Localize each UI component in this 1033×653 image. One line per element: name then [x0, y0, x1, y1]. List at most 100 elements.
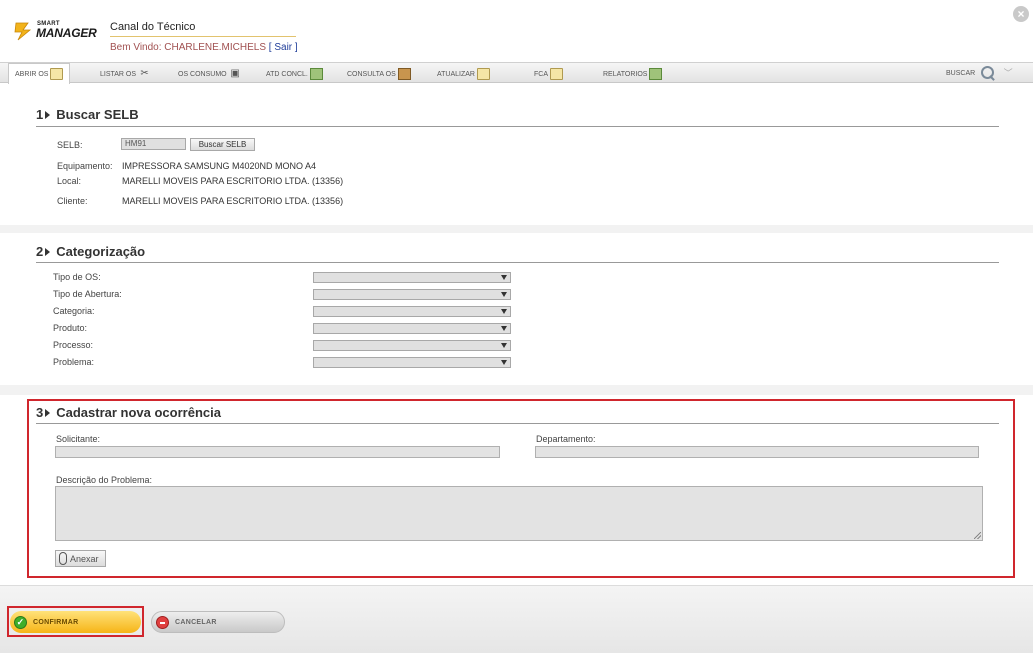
- tab-label: RELATORIOS: [603, 70, 648, 78]
- department-input[interactable]: [535, 446, 979, 458]
- local-label: Local:: [57, 176, 82, 186]
- chevron-down-icon[interactable]: ﹀: [1001, 66, 1015, 80]
- triangle-right-icon: [45, 248, 51, 257]
- logout-link[interactable]: [ Sair ]: [269, 42, 298, 53]
- tab-listar-os[interactable]: LISTAR OS ✂: [100, 66, 151, 82]
- tab-os-consumo[interactable]: OS CONSUMO ▣: [178, 66, 242, 82]
- package-icon: [397, 68, 411, 80]
- section-spacer: [0, 385, 1033, 395]
- tipo-abertura-select[interactable]: [313, 289, 511, 300]
- app-header: SMART MANAGER Canal do Técnico Bem Vindo…: [0, 0, 1033, 62]
- welcome-prefix: Bem Vindo:: [110, 42, 165, 53]
- close-icon[interactable]: ×: [1013, 6, 1029, 22]
- tipo-abertura-label: Tipo de Abertura:: [53, 289, 122, 299]
- tools-icon: ✂: [140, 68, 149, 79]
- nav-search[interactable]: BUSCAR ﹀: [946, 66, 1015, 80]
- username: CHARLENE.MICHELS: [164, 42, 266, 53]
- cancel-label: CANCELAR: [175, 618, 217, 626]
- section-title-text: Buscar SELB: [56, 107, 139, 122]
- paperclip-icon: [59, 552, 67, 565]
- confirm-button[interactable]: ✓ CONFIRMAR: [10, 611, 141, 633]
- main-nav: ABRIR OS LISTAR OS ✂ OS CONSUMO ▣ ATD CO…: [0, 62, 1033, 84]
- selb-label: SELB:: [57, 140, 83, 150]
- section-number: 2: [36, 244, 44, 259]
- tab-label: OS CONSUMO: [178, 70, 227, 78]
- section-spacer: [0, 225, 1033, 233]
- equipment-label: Equipamento:: [57, 161, 113, 171]
- requester-label: Solicitante:: [56, 434, 101, 444]
- processo-select[interactable]: [313, 340, 511, 351]
- attach-label: Anexar: [70, 553, 99, 564]
- tab-label: ABRIR OS: [15, 70, 49, 78]
- cancel-icon: [156, 615, 169, 629]
- confirm-label: CONFIRMAR: [33, 618, 79, 626]
- caret-down-icon: [501, 343, 507, 348]
- description-textarea[interactable]: [55, 486, 983, 541]
- edit-notepad-icon: [477, 68, 490, 80]
- problema-label: Problema:: [53, 357, 95, 367]
- smart-manager-logo: SMART MANAGER: [12, 18, 102, 44]
- section-number: 1: [36, 107, 44, 122]
- section-divider: [36, 262, 999, 263]
- caret-down-icon: [501, 360, 507, 365]
- section-divider: [36, 423, 999, 424]
- client-label: Cliente:: [57, 196, 88, 206]
- section-categorizacao: [0, 233, 1033, 385]
- cancel-button[interactable]: CANCELAR: [151, 611, 285, 633]
- tab-abrir-os[interactable]: ABRIR OS: [8, 63, 71, 84]
- resize-grip-icon[interactable]: [974, 532, 981, 539]
- tab-relatorios[interactable]: RELATORIOS: [603, 66, 663, 82]
- section-divider: [36, 126, 999, 127]
- caret-down-icon: [501, 292, 507, 297]
- tab-label: ATUALIZAR: [437, 70, 475, 78]
- check-icon: ✓: [14, 615, 27, 629]
- tab-label: CONSULTA OS: [347, 70, 396, 78]
- requester-input[interactable]: [55, 446, 500, 458]
- tab-atualizar[interactable]: ATUALIZAR: [437, 66, 490, 82]
- attach-button[interactable]: Anexar: [55, 550, 106, 567]
- section-3-heading: 3 Cadastrar nova ocorrência: [36, 405, 221, 420]
- search-icon[interactable]: [981, 66, 995, 80]
- spreadsheet-icon: [309, 68, 323, 80]
- triangle-right-icon: [45, 409, 51, 418]
- section-2-heading: 2 Categorização: [36, 244, 145, 259]
- processo-label: Processo:: [53, 340, 94, 350]
- categoria-select[interactable]: [313, 306, 511, 317]
- section-title-text: Categorização: [56, 244, 146, 259]
- local-value: MARELLI MOVEIS PARA ESCRITORIO LTDA. (13…: [122, 176, 344, 186]
- edit-notepad-icon: [50, 68, 64, 80]
- categoria-label: Categoria:: [53, 306, 95, 316]
- printer-icon: ▣: [230, 68, 240, 79]
- produto-select[interactable]: [313, 323, 511, 334]
- selb-input[interactable]: HM91: [121, 138, 186, 150]
- tab-label: FCA: [534, 70, 548, 78]
- tab-consulta-os[interactable]: CONSULTA OS: [347, 66, 411, 82]
- tab-atd-concl[interactable]: ATD CONCL.: [266, 66, 323, 82]
- title-divider: [110, 36, 296, 37]
- caret-down-icon: [501, 275, 507, 280]
- caret-down-icon: [501, 309, 507, 314]
- tipo-os-select[interactable]: [313, 272, 511, 283]
- spreadsheet-icon: [649, 68, 663, 80]
- produto-label: Produto:: [53, 323, 88, 333]
- buscar-selb-button[interactable]: Buscar SELB: [190, 138, 255, 151]
- search-label: BUSCAR: [946, 69, 976, 77]
- tab-label: LISTAR OS: [100, 70, 137, 78]
- section-number: 3: [36, 405, 44, 420]
- department-label: Departamento:: [536, 434, 596, 444]
- caret-down-icon: [501, 326, 507, 331]
- clipboard-icon: [550, 68, 563, 80]
- client-value: MARELLI MOVEIS PARA ESCRITORIO LTDA. (13…: [122, 196, 344, 206]
- page-title: Canal do Técnico: [110, 21, 196, 33]
- tab-fca[interactable]: FCA: [534, 66, 563, 82]
- tipo-os-label: Tipo de OS:: [53, 272, 101, 282]
- triangle-right-icon: [45, 111, 51, 120]
- logo-mark-icon: [14, 22, 32, 41]
- logo-big-text: MANAGER: [36, 26, 97, 40]
- section-title-text: Cadastrar nova ocorrência: [56, 405, 221, 420]
- welcome-text: Bem Vindo: CHARLENE.MICHELS [ Sair ]: [110, 42, 298, 53]
- equipment-value: IMPRESSORA SAMSUNG M4020ND MONO A4: [122, 161, 317, 171]
- tab-label: ATD CONCL.: [266, 70, 308, 78]
- section-1-heading: 1 Buscar SELB: [36, 107, 139, 122]
- problema-select[interactable]: [313, 357, 511, 368]
